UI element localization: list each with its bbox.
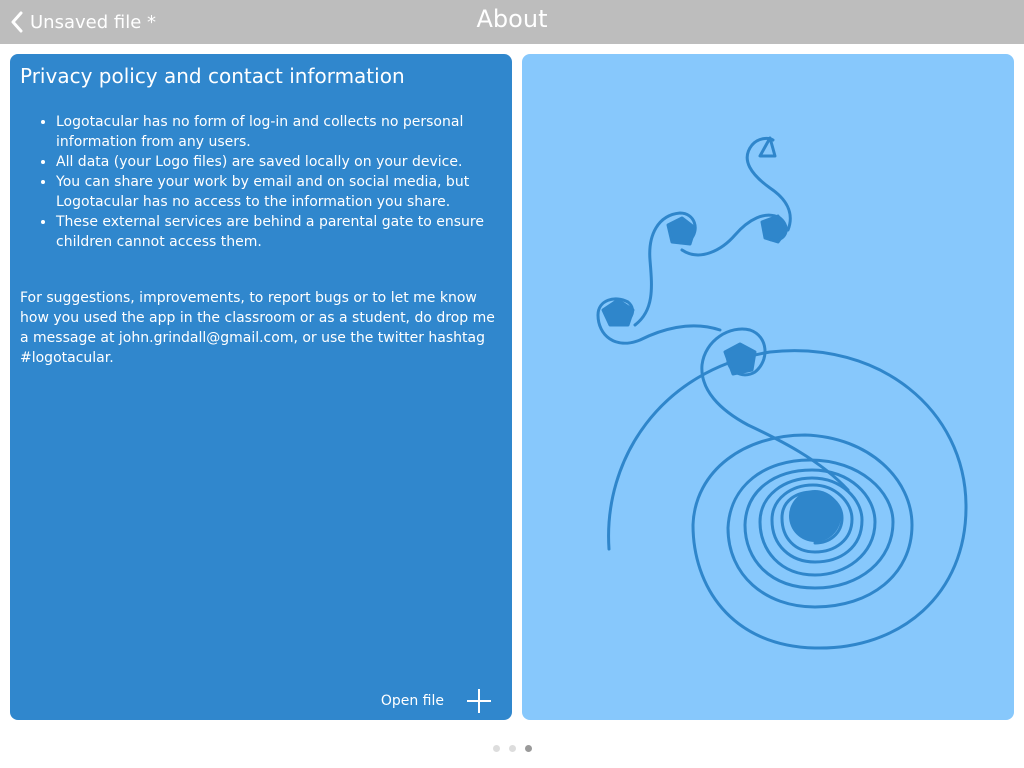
privacy-bullet-list: Logotacular has no form of log-in and co… <box>20 112 490 252</box>
privacy-panel: Privacy policy and contact information L… <box>10 54 512 720</box>
page-indicator[interactable] <box>0 745 1024 752</box>
top-bar: Unsaved file * About <box>0 0 1024 44</box>
outer-spiral-line <box>607 349 968 650</box>
drawing-canvas[interactable] <box>522 54 1014 720</box>
contact-text: For suggestions, improvements, to report… <box>20 290 495 366</box>
privacy-heading: Privacy policy and contact information <box>20 64 405 88</box>
page-dot[interactable] <box>492 745 500 752</box>
page-dot[interactable] <box>508 745 516 752</box>
back-button[interactable]: Unsaved file * <box>10 8 156 36</box>
privacy-bullet: These external services are behind a par… <box>56 212 490 252</box>
back-button-label: Unsaved file * <box>30 11 156 33</box>
middle-knot <box>666 216 697 246</box>
spiral-drawing <box>596 136 968 650</box>
plus-icon <box>467 689 491 713</box>
curl-knot <box>723 342 757 376</box>
privacy-bullet: All data (your Logo files) are saved loc… <box>56 152 490 172</box>
open-file-button[interactable]: Open file <box>381 688 492 714</box>
spiral-center <box>789 490 841 542</box>
chevron-left-icon <box>11 11 23 33</box>
page-dot-active[interactable] <box>524 745 532 752</box>
open-file-label: Open file <box>380 693 444 709</box>
privacy-bullet: Logotacular has no form of log-in and co… <box>56 112 490 152</box>
privacy-bullet: You can share your work by email and on … <box>56 172 490 212</box>
